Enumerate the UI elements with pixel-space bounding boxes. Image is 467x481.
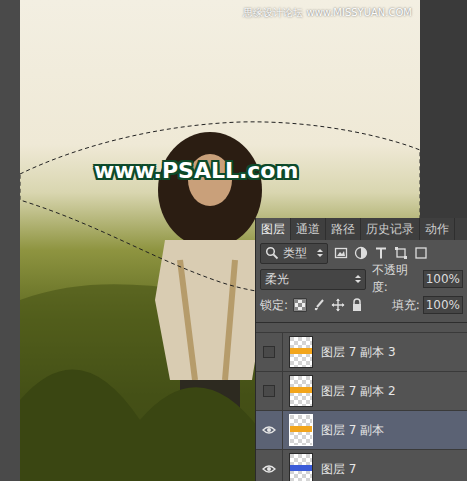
visibility-toggle[interactable] (256, 333, 283, 371)
fill-field[interactable]: 100% (423, 296, 463, 314)
layer-thumbnail (289, 336, 313, 368)
lock-transparency-icon[interactable] (293, 298, 307, 312)
filter-row: 类型 (256, 240, 467, 266)
layers-panel: 图层通道路径历史记录动作类型柔光不透明度:100%锁定:填充:100%图层 7 … (256, 218, 467, 481)
lock-row: 锁定: 填充:100% (256, 292, 467, 318)
layer-row[interactable]: 图层 7 副本 3 (256, 332, 467, 371)
type-filter-icon[interactable] (374, 246, 388, 260)
blend-mode: 柔光 (265, 271, 289, 288)
psall-watermark: www.PSALL.com (94, 158, 298, 183)
panel-tabs: 图层通道路径历史记录动作 (256, 218, 467, 240)
dropdown-arrow-icon (317, 249, 323, 257)
adjustment-filter-icon[interactable] (354, 246, 368, 260)
visibility-toggle[interactable] (256, 411, 283, 449)
layer-name: 图层 7 副本 3 (321, 344, 396, 361)
layer-name: 图层 7 (321, 461, 356, 478)
filter-label: 类型 (283, 245, 307, 262)
opacity-group: 不透明度:100% (372, 262, 463, 296)
filter-dropdown[interactable]: 类型 (260, 243, 328, 264)
layer-thumbnail (289, 414, 313, 446)
hidden-box-icon (263, 385, 275, 397)
blend-row: 柔光不透明度:100% (256, 266, 467, 292)
visibility-toggle[interactable] (256, 450, 283, 481)
panel-tab[interactable]: 历史记录 (361, 218, 420, 240)
fill-group: 填充:100% (392, 296, 463, 314)
blend-mode-dropdown[interactable]: 柔光 (260, 269, 366, 290)
arrow-down-icon (317, 254, 323, 257)
arrow-up-icon (317, 249, 323, 252)
panel-tab[interactable]: 路径 (326, 218, 361, 240)
panel-tab[interactable]: 通道 (291, 218, 326, 240)
smart-object-filter-icon[interactable] (414, 246, 428, 260)
site-watermark: 思缘设计论坛 www.MISSYUAN.COM (243, 6, 412, 20)
layer-row[interactable]: 图层 7 (256, 449, 467, 481)
layer-thumbnail (289, 453, 313, 481)
opacity-label: 不透明度: (372, 262, 420, 296)
hidden-box-icon (263, 346, 275, 358)
selection-outline (20, 122, 420, 294)
canvas-margin (0, 0, 20, 481)
dropdown-arrow-icon (355, 275, 361, 283)
visibility-toggle[interactable] (256, 372, 283, 410)
eye-icon (262, 462, 276, 476)
shape-filter-icon[interactable] (394, 246, 408, 260)
panel-tab[interactable]: 动作 (420, 218, 455, 240)
lock-position-icon[interactable] (331, 298, 345, 312)
layer-thumbnail (289, 375, 313, 407)
eye-icon (262, 423, 276, 437)
layer-name: 图层 7 副本 2 (321, 383, 396, 400)
layer-list: 图层 7 副本 3 图层 7 副本 2 图层 7 副本图层 7 (256, 322, 467, 481)
panel-tab[interactable]: 图层 (256, 218, 291, 240)
lock-all-icon[interactable] (350, 298, 364, 312)
layer-row[interactable]: 图层 7 副本 2 (256, 371, 467, 410)
lock-label: 锁定: (260, 297, 288, 314)
arrow-down-icon (355, 280, 361, 283)
search-icon (265, 246, 279, 260)
lock-pixels-icon[interactable] (312, 298, 326, 312)
opacity-field[interactable]: 100% (423, 270, 463, 288)
arrow-up-icon (355, 275, 361, 278)
image-filter-icon[interactable] (334, 246, 348, 260)
layer-row[interactable]: 图层 7 副本 (256, 410, 467, 449)
fill-label: 填充: (392, 297, 420, 314)
layer-name: 图层 7 副本 (321, 422, 384, 439)
